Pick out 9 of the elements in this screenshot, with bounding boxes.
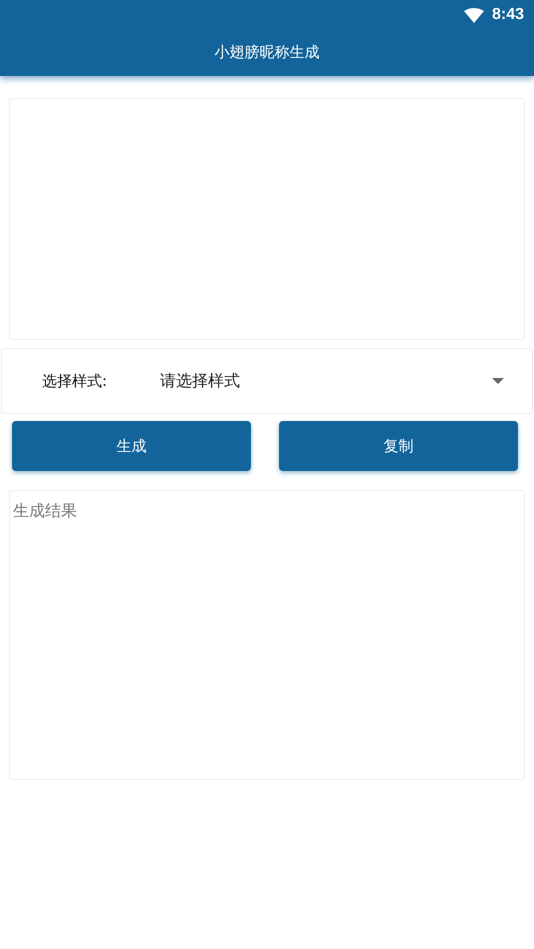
clock-time: 8:43 <box>492 6 524 24</box>
style-dropdown[interactable]: 请选择样式 <box>160 370 532 392</box>
app-title: 小翅膀昵称生成 <box>214 43 320 61</box>
generate-button[interactable]: 生成 <box>12 421 251 471</box>
copy-button[interactable]: 复制 <box>279 421 518 471</box>
caret-icon <box>492 378 504 384</box>
result-field[interactable]: 生成结果 <box>9 490 525 780</box>
style-label: 选择样式: <box>42 372 108 390</box>
wifi-icon <box>464 8 484 22</box>
